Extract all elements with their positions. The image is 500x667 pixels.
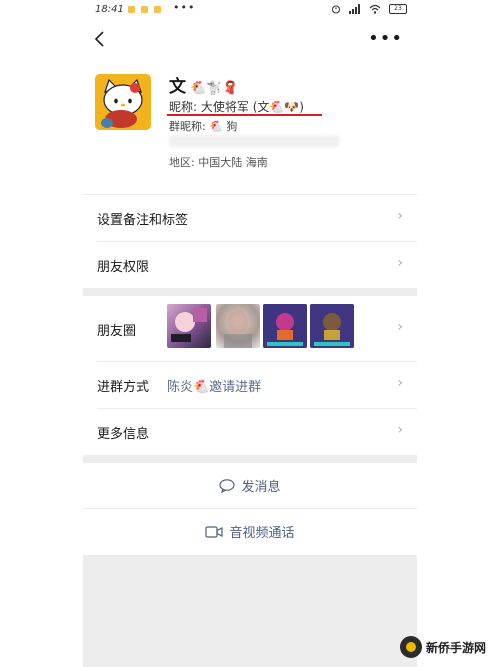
- group-nickname-value: 🐔 狗: [209, 120, 238, 133]
- chat-bubble-icon: [219, 479, 236, 494]
- alarm-icon: [332, 5, 340, 14]
- notification-icon: [154, 6, 161, 13]
- chevron-right-icon: ›: [397, 255, 403, 271]
- moments-thumbnail: [310, 304, 354, 348]
- profile-screen: 18:41 ••• 23 ••• 文 🐔🐩🧣 昵称: 大使将军 (文🐔🐶) 群昵…: [83, 0, 417, 667]
- watermark: 新侨手游网: [400, 636, 486, 658]
- video-call-label: 音视频通话: [229, 526, 295, 541]
- notification-icon: [128, 6, 135, 13]
- section-gap: [83, 455, 417, 463]
- back-button[interactable]: [93, 30, 109, 50]
- chevron-right-icon: ›: [397, 208, 403, 224]
- chevron-right-icon: ›: [397, 319, 403, 335]
- chevron-right-icon: ›: [397, 422, 403, 438]
- profile-name-line: 文 🐔🐩🧣: [169, 72, 239, 97]
- more-options-button[interactable]: •••: [368, 28, 403, 49]
- moments-thumbnail: [216, 304, 260, 348]
- hello-kitty-avatar-icon: [95, 74, 151, 130]
- avatar[interactable]: [95, 74, 151, 130]
- chevron-left-icon: [94, 31, 104, 47]
- nickname-label: 昵称:: [169, 100, 198, 114]
- join-method-row[interactable]: 进群方式 陈炎🐔邀请进群 ›: [83, 362, 417, 408]
- video-call-button[interactable]: 音视频通话: [83, 509, 417, 553]
- remark-and-tags-label: 设置备注和标签: [97, 213, 189, 228]
- game-character-icon: [310, 304, 354, 348]
- status-time: 18:41: [95, 4, 124, 15]
- status-icons: 23: [331, 4, 407, 14]
- status-more-icon: •••: [173, 1, 196, 14]
- video-camera-icon: [205, 526, 224, 538]
- section-gap: [83, 288, 417, 296]
- friend-permissions-label: 朋友权限: [97, 260, 150, 275]
- chevron-right-icon: ›: [397, 375, 403, 391]
- status-bar: 18:41 ••• 23: [83, 0, 417, 22]
- watermark-text: 新侨手游网: [426, 640, 487, 655]
- blurred-wechat-id: [169, 135, 339, 147]
- send-message-label: 发消息: [241, 480, 281, 495]
- group-nickname-line: 群昵称: 🐔 狗: [169, 118, 237, 134]
- notification-icon: [141, 6, 148, 13]
- nickname-value: 大使将军 (文🐔🐶): [200, 100, 304, 114]
- wifi-icon: [369, 4, 381, 14]
- send-message-content: 发消息: [83, 476, 417, 495]
- top-bar: •••: [83, 26, 417, 56]
- video-call-content: 音视频通话: [83, 522, 417, 541]
- region-value: 中国大陆 海南: [198, 156, 268, 169]
- red-annotation-underline: [167, 114, 322, 116]
- game-character-icon: [263, 304, 307, 348]
- more-info-label: 更多信息: [97, 427, 150, 442]
- send-message-button[interactable]: 发消息: [83, 463, 417, 507]
- moments-label: 朋友圈: [97, 324, 137, 339]
- join-method-value: 陈炎🐔邀请进群: [167, 380, 262, 395]
- moments-row[interactable]: 朋友圈 ›: [83, 296, 417, 360]
- join-method-label: 进群方式: [97, 380, 150, 395]
- profile-header: 文 🐔🐩🧣 昵称: 大使将军 (文🐔🐶) 群昵称: 🐔 狗 地区: 中国大陆 海南: [83, 66, 417, 194]
- group-nickname-label: 群昵称:: [169, 120, 206, 133]
- blurred-photo-icon: [224, 310, 252, 348]
- signal-icon: [349, 4, 360, 14]
- moments-thumbnail: [263, 304, 307, 348]
- nickname-line: 昵称: 大使将军 (文🐔🐶): [169, 98, 304, 115]
- battery-icon: 23: [389, 4, 407, 14]
- remark-and-tags-row[interactable]: 设置备注和标签 ›: [83, 195, 417, 241]
- friend-permissions-row[interactable]: 朋友权限 ›: [83, 242, 417, 288]
- empty-area: [83, 555, 417, 667]
- region-line: 地区: 中国大陆 海南: [169, 154, 268, 170]
- anime-thumbnail-icon: [171, 308, 207, 342]
- region-label: 地区:: [169, 156, 195, 169]
- more-info-row[interactable]: 更多信息 ›: [83, 409, 417, 455]
- profile-name-emoji: 🐔🐩🧣: [190, 81, 239, 96]
- profile-name: 文: [169, 77, 186, 97]
- watermark-logo-icon: [400, 636, 422, 658]
- moments-thumbnail: [167, 304, 211, 348]
